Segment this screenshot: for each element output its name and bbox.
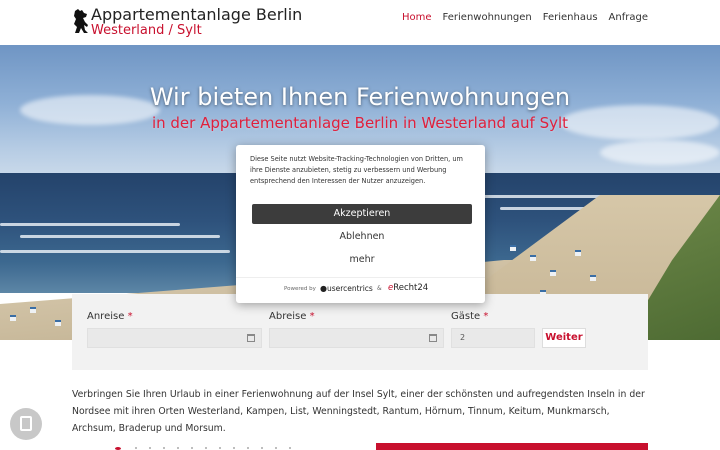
beach-chair bbox=[590, 275, 596, 281]
nav-ferienwohnungen[interactable]: Ferienwohnungen bbox=[443, 12, 532, 23]
consent-footer: Powered by ●usercentrics & eRecht24 bbox=[236, 277, 485, 303]
hero-subtitle: in der Appartementanlage Berlin in Weste… bbox=[151, 114, 569, 132]
calendar-icon bbox=[247, 334, 255, 342]
beach-chair bbox=[575, 250, 581, 256]
decline-button[interactable]: Ablehnen bbox=[252, 228, 472, 246]
site-logo[interactable]: Appartementanlage Berlin Westerland / Sy… bbox=[72, 6, 302, 38]
guests-label: Gäste * bbox=[451, 311, 489, 322]
guests-input[interactable]: 2 bbox=[451, 328, 535, 348]
main-nav: Home Ferienwohnungen Ferienhaus Anfrage bbox=[402, 12, 648, 23]
arrival-date-input[interactable] bbox=[87, 328, 262, 348]
beach-chair bbox=[510, 245, 516, 251]
surf-line bbox=[0, 223, 180, 226]
beach-chair bbox=[10, 315, 16, 321]
privacy-settings-button[interactable] bbox=[10, 408, 42, 440]
beach-chair bbox=[530, 255, 536, 261]
surf-line bbox=[20, 235, 220, 238]
more-button[interactable]: mehr bbox=[252, 251, 472, 269]
calendar-icon bbox=[429, 334, 437, 342]
consent-text: Diese Seite nutzt Website-Tracking-Techn… bbox=[250, 155, 463, 185]
nav-anfrage[interactable]: Anfrage bbox=[609, 12, 648, 23]
arrival-label: Anreise * bbox=[87, 311, 133, 322]
amp-sign: & bbox=[377, 285, 382, 292]
guests-value: 2 bbox=[460, 333, 466, 342]
nav-ferienhaus[interactable]: Ferienhaus bbox=[543, 12, 598, 23]
cloud bbox=[600, 140, 720, 165]
cookie-consent-dialog: Diese Seite nutzt Website-Tracking-Techn… bbox=[236, 145, 485, 303]
beach-chair bbox=[550, 270, 556, 276]
accept-button[interactable]: Akzeptieren bbox=[252, 204, 472, 224]
site-header: Appartementanlage Berlin Westerland / Sy… bbox=[0, 0, 720, 45]
nav-home[interactable]: Home bbox=[402, 12, 432, 23]
hero-title: Wir bieten Ihnen Ferienwohnungen bbox=[149, 83, 571, 111]
red-section-bar bbox=[376, 443, 648, 450]
erecht24-logo[interactable]: eRecht24 bbox=[388, 283, 428, 293]
weiter-button[interactable]: Weiter bbox=[542, 328, 586, 348]
berlin-bear-icon bbox=[74, 9, 88, 33]
beach-chair bbox=[30, 307, 36, 313]
logo-title: Appartementanlage Berlin bbox=[91, 5, 303, 24]
departure-label: Abreise * bbox=[269, 311, 315, 322]
fingerprint-icon bbox=[20, 416, 32, 431]
booking-form: Anreise * Abreise * Gäste * 2 Weiter bbox=[72, 294, 648, 370]
surf-line bbox=[0, 250, 230, 253]
intro-text: Verbringen Sie Ihren Urlaub in einer Fer… bbox=[72, 389, 645, 434]
logo-subtitle: Westerland / Sylt bbox=[91, 23, 202, 38]
beach-chair bbox=[55, 320, 61, 326]
powered-by-label: Powered by bbox=[284, 286, 316, 292]
usercentrics-logo[interactable]: ●usercentrics bbox=[320, 284, 373, 293]
section-heading-fragment bbox=[115, 446, 305, 450]
departure-date-input[interactable] bbox=[269, 328, 444, 348]
